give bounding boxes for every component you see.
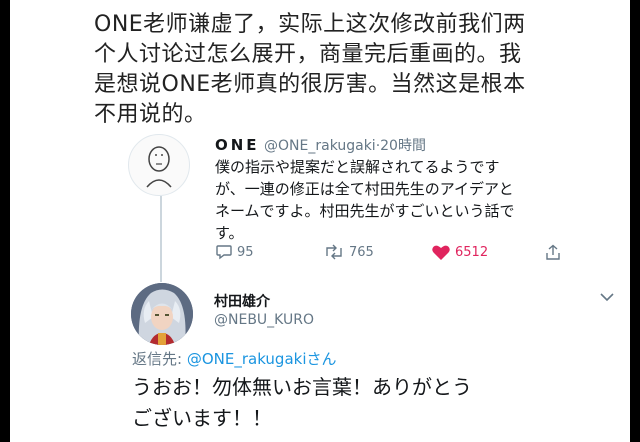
heart-icon [432, 245, 450, 260]
reply-body: うおお！勿体無いお言葉！ありがとう ございます！！ [132, 372, 622, 434]
tweet-line: が、一連の修正は全て村田先生のアイデアと [215, 180, 514, 198]
tweet-author-name[interactable]: ONE [215, 136, 260, 154]
reply-line: うおお！勿体無いお言葉！ありがとう [132, 375, 472, 399]
screenshot-frame: ONE老师谦虚了，实际上这次修改前我们两 个人讨论过怎么展开，商量完后重画的。我… [10, 0, 630, 442]
one-avatar[interactable] [128, 134, 190, 196]
tweet-line: ネームですよ。村田先生がすごいという話で [215, 202, 515, 220]
chevron-down-icon[interactable] [600, 292, 614, 302]
quote-line: 个人讨论过怎么展开，商量完后重画的。我 [94, 42, 522, 67]
reply-to-suffix: さん [306, 350, 337, 368]
reply-line: ございます！！ [132, 406, 272, 430]
retweet-icon [326, 244, 342, 260]
tweet-line: す。 [215, 224, 244, 242]
reply-to-line: 返信先: @ONE_rakugakiさん [132, 348, 337, 369]
reply-button[interactable]: 95 [215, 244, 254, 260]
tweet-body: 僕の指示や提案だと誤解されてるようです が、一連の修正は全て村田先生のアイデアと… [215, 156, 565, 244]
quote-line: 不用说的。 [94, 102, 207, 127]
share-icon [546, 244, 560, 260]
reply-icon [216, 245, 232, 260]
thread-line [160, 196, 162, 282]
tweet-header: ONE @ONE_rakugaki·20時間 [215, 135, 426, 155]
retweet-count: 765 [349, 244, 374, 260]
reply-to-link[interactable]: @ONE_rakugaki [187, 350, 307, 368]
reply-author-name[interactable]: 村田雄介 [214, 291, 270, 311]
avatar-illustration [131, 283, 193, 345]
quote-text: ONE老师谦虚了，实际上这次修改前我们两 个人讨论过怎么展开，商量完后重画的。我… [94, 10, 630, 130]
reply-count: 95 [237, 244, 254, 260]
tweet-author-handle[interactable]: @ONE_rakugaki [264, 138, 376, 154]
tweet-actions: 95 765 6512 [215, 244, 575, 266]
murata-avatar[interactable] [131, 283, 193, 345]
quote-line: ONE老师谦虚了，实际上这次修改前我们两 [94, 12, 526, 37]
retweet-button[interactable]: 765 [323, 244, 374, 260]
like-button[interactable]: 6512 [431, 244, 488, 261]
share-button[interactable] [545, 244, 561, 261]
doodle-face-icon [146, 146, 172, 188]
reply-to-label: 返信先: [132, 350, 187, 368]
quote-line: 是想说ONE老师真的很厉害。当然这是根本 [94, 72, 526, 97]
reply-author-handle[interactable]: @NEBU_KURO [214, 312, 314, 328]
like-count: 6512 [455, 245, 489, 260]
tweet-line: 僕の指示や提案だと誤解されてるようです [215, 158, 500, 176]
tweet-time[interactable]: ·20時間 [376, 138, 426, 154]
